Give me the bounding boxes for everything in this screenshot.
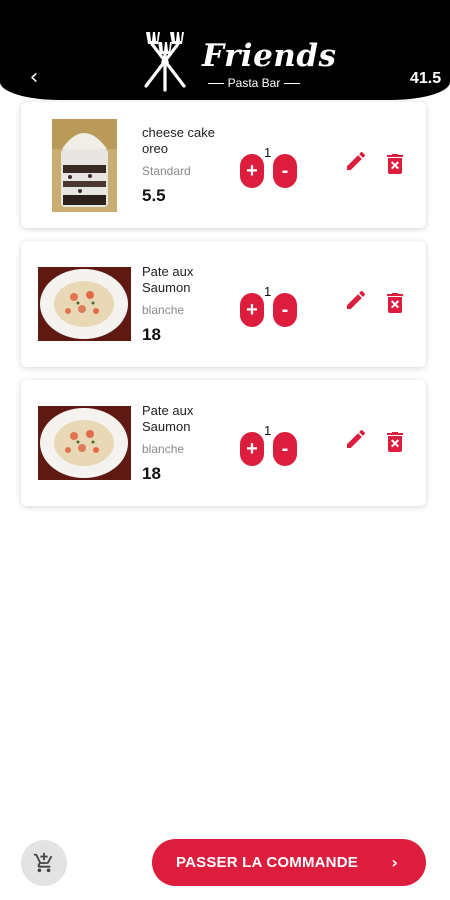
item-price: 18	[142, 325, 161, 344]
cheesecake-cup-image	[52, 119, 117, 212]
chevron-left-icon: ‹	[29, 65, 39, 90]
salmon-pasta-plate-image	[38, 406, 131, 480]
item-quantity: 1	[264, 145, 272, 160]
delete-item-button[interactable]	[383, 291, 407, 315]
chevron-right-icon: ›	[391, 853, 398, 872]
item-name: Pate aux Saumon	[142, 264, 194, 295]
decrease-quantity-button[interactable]: -	[273, 432, 297, 466]
increase-quantity-button[interactable]: +	[240, 432, 264, 466]
cart-item-card: Pate aux Saumon blanche 18 1 + -	[21, 380, 426, 506]
brand-subtitle: Pasta Bar	[202, 76, 306, 90]
pencil-icon	[347, 151, 366, 170]
edit-item-button[interactable]	[344, 288, 368, 312]
pencil-icon	[347, 290, 366, 309]
brand-title: Friends	[202, 38, 337, 74]
add-to-cart-button[interactable]	[21, 840, 67, 886]
place-order-button[interactable]: PASSER LA COMMANDE ›	[152, 839, 426, 886]
cart-item-card: Pate aux Saumon blanche 18 1 + -	[21, 241, 426, 367]
brand-logo: Friends Pasta Bar	[132, 28, 336, 96]
item-option: blanche	[142, 303, 185, 317]
decrease-quantity-button[interactable]: -	[273, 154, 297, 188]
item-option: Standard	[142, 164, 191, 178]
cart-item-card: cheese cake oreo Standard 5.5 1 + -	[21, 102, 426, 228]
item-quantity: 1	[264, 423, 272, 438]
pencil-icon	[347, 429, 366, 448]
back-button[interactable]: ‹	[22, 64, 46, 92]
cart-total: 41.5	[410, 70, 442, 87]
item-name: cheese cake oreo	[142, 125, 215, 156]
app-header: ‹ Friends Pasta Bar 41.5	[0, 0, 450, 100]
delete-item-button[interactable]	[383, 152, 407, 176]
item-image	[38, 267, 131, 341]
item-image	[38, 406, 131, 480]
item-quantity: 1	[264, 284, 272, 299]
edit-item-button[interactable]	[344, 149, 368, 173]
salmon-pasta-plate-image	[38, 267, 131, 341]
item-price: 18	[142, 464, 161, 483]
delete-item-button[interactable]	[383, 430, 407, 454]
trash-icon	[387, 293, 403, 313]
item-price: 5.5	[142, 186, 166, 205]
crossed-forks-icon	[144, 32, 186, 92]
cart-add-icon	[33, 852, 53, 873]
item-name: Pate aux Saumon	[142, 403, 194, 434]
item-image	[52, 119, 117, 212]
edit-item-button[interactable]	[344, 427, 368, 451]
increase-quantity-button[interactable]: +	[240, 293, 264, 327]
trash-icon	[387, 432, 403, 452]
increase-quantity-button[interactable]: +	[240, 154, 264, 188]
place-order-label: PASSER LA COMMANDE	[176, 854, 358, 871]
decrease-quantity-button[interactable]: -	[273, 293, 297, 327]
trash-icon	[387, 154, 403, 174]
item-option: blanche	[142, 442, 185, 456]
